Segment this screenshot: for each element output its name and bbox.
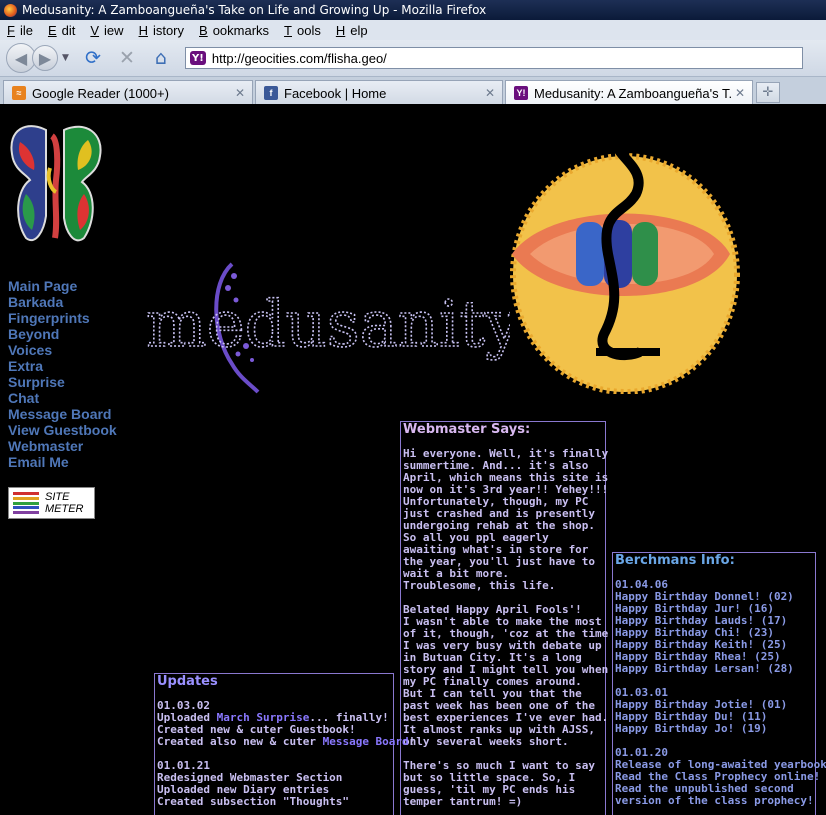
text-line: Happy Birthday Jo! (19) [615,722,768,735]
updates-title: Updates [157,674,218,689]
berchmans-group: 01.03.01 Happy Birthday Jotie! (01) Happy … [615,687,813,735]
berchmans-group: 01.01.20 Release of long-awaited yearbook… [615,747,826,807]
close-tab-icon[interactable]: ✕ [482,86,498,100]
nav-link-surprise[interactable]: Surprise [8,374,117,390]
window-titlebar: Medusanity: A Zamboangueña's Take on Lif… [0,0,826,20]
site-meter-icon [13,492,39,514]
nav-link-barkada[interactable]: Barkada [8,294,117,310]
forward-button[interactable]: ▶ [32,45,58,71]
tab-label: Google Reader (1000+) [32,85,169,101]
menu-tools[interactable]: Tools [284,23,326,38]
yahoo-icon: Y! [514,86,528,100]
tab-facebook[interactable]: f Facebook | Home ✕ [255,80,503,105]
new-tab-button[interactable]: ✛ [756,82,780,103]
menu-bar: File Edit View History Bookmarks Tools Help [0,20,826,40]
tab-google-reader[interactable]: ≈ Google Reader (1000+) ✕ [3,80,253,105]
webmaster-says-box: Webmaster Says: Hi everyone. Well, it's … [400,421,608,815]
webmaster-paragraph-1: Hi everyone. Well, it's finally summertim… [403,448,608,592]
updates-box: Updates 01.03.02 Uploaded March Surprise… [154,673,416,815]
nav-link-message-board[interactable]: Message Board [8,406,117,422]
close-tab-icon[interactable]: ✕ [232,86,248,100]
window-title: Medusanity: A Zamboangueña's Take on Lif… [22,3,487,17]
menu-edit[interactable]: Edit [48,23,80,38]
berchmans-info-title: Berchmans Info: [615,553,735,568]
rss-icon: ≈ [12,86,26,100]
update-item: Created also new & cuter Message Board! [157,735,416,748]
menu-file[interactable]: File [7,23,38,38]
facebook-icon: f [264,86,278,100]
text-line: version of the class prophecy! [615,794,814,807]
history-dropdown-icon[interactable]: ▼ [62,53,69,63]
nav-link-extra[interactable]: Extra [8,358,117,374]
text-line: Troublesome, this life. [403,579,556,592]
address-bar[interactable]: Y! http://geocities.com/flisha.geo/ [184,47,803,69]
close-tab-icon[interactable]: ✕ [732,86,748,100]
site-navigation: Main Page Barkada Fingerprints Beyond Voices… [8,278,117,470]
menu-view[interactable]: View [90,23,128,38]
site-meter-line1: SITE [45,491,70,503]
tab-label: Medusanity: A Zamboangueña's T... [534,85,732,101]
tab-bar: ≈ Google Reader (1000+) ✕ f Facebook | H… [0,76,826,105]
webmaster-paragraph-3: There's so much I want to say but so litt… [403,760,603,808]
nav-link-fingerprints[interactable]: Fingerprints [8,310,117,326]
butterfly-logo-image [10,125,102,242]
medusanity-logo: medusanity [145,262,510,394]
tab-label: Facebook | Home [284,85,387,101]
nav-link-view-guestbook[interactable]: View Guestbook [8,422,117,438]
message-board-link[interactable]: Message Board [323,735,409,748]
text-line: Happy Birthday Lersan! (28) [615,662,794,675]
firefox-icon [4,3,17,17]
menu-bookmarks[interactable]: Bookmarks [199,23,274,38]
yahoo-site-icon: Y! [189,51,206,65]
menu-history[interactable]: History [139,23,189,38]
site-meter-badge[interactable]: SITE METER [8,487,95,519]
text-line: only several weeks short. [403,735,569,748]
logo-text: medusanity [146,288,510,362]
webmaster-says-title: Webmaster Says: [403,422,531,437]
berchmans-group: 01.04.06 Happy Birthday Donnel! (02) Happy… [615,579,813,675]
reload-button[interactable]: ⟳ [79,44,107,72]
tab-medusanity[interactable]: Y! Medusanity: A Zamboangueña's T... ✕ [505,80,753,105]
url-text[interactable]: http://geocities.com/flisha.geo/ [212,51,387,66]
web-page: Main Page Barkada Fingerprints Beyond Voices… [0,104,826,815]
eye-artwork [510,129,740,394]
text-line: temper tantrum! =) [403,795,523,808]
berchmans-info-box: Berchmans Info: 01.04.06 Happy Birthday D… [612,552,826,815]
nav-link-webmaster[interactable]: Webmaster [8,438,117,454]
menu-help[interactable]: Help [336,23,373,38]
stop-button[interactable]: ✕ [113,44,141,72]
nav-link-email-me[interactable]: Email Me [8,454,117,470]
nav-link-voices[interactable]: Voices [8,342,117,358]
webmaster-paragraph-2: Belated Happy April Fools'! I wasn't able… [403,604,608,748]
nav-link-chat[interactable]: Chat [8,390,117,406]
nav-link-beyond[interactable]: Beyond [8,326,117,342]
navigation-toolbar: ◀ ▶ ▼ ⟳ ✕ ⌂ Y! http://geocities.com/flis… [0,40,826,76]
home-button[interactable]: ⌂ [147,44,175,72]
site-meter-line2: METER [45,503,84,515]
update-item: Created subsection "Thoughts" [157,795,350,808]
nav-link-main-page[interactable]: Main Page [8,278,117,294]
